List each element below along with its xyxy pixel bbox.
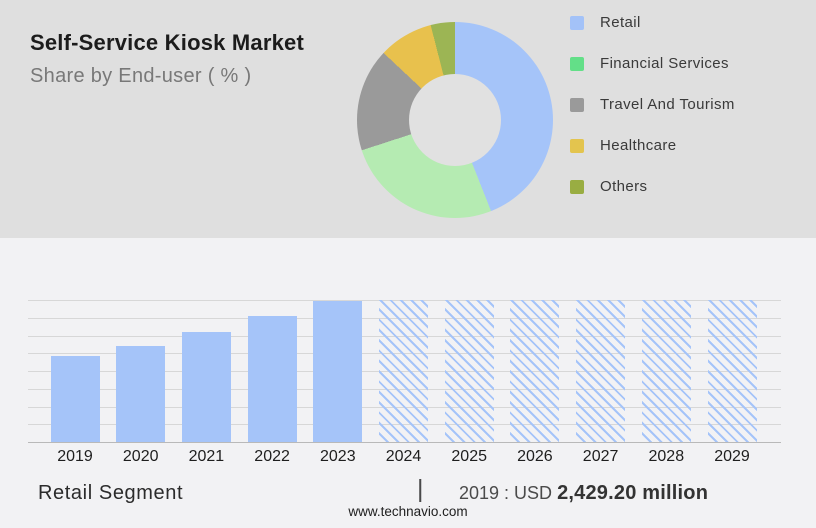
x-axis-label: 2019	[57, 448, 93, 465]
legend-swatch	[570, 179, 584, 194]
legend-label: Others	[600, 178, 648, 195]
x-axis-label: 2020	[122, 448, 159, 465]
forecast-bar	[444, 300, 494, 442]
forecast-bar	[707, 300, 757, 442]
legend-swatch	[570, 56, 584, 71]
bar	[181, 332, 231, 442]
legend-label: Financial Services	[600, 55, 729, 72]
legend-label: Travel And Tourism	[600, 96, 735, 113]
bar	[50, 356, 100, 442]
donut-hole	[409, 74, 501, 166]
x-axis-label: 2027	[582, 448, 619, 465]
bar	[247, 316, 297, 442]
x-axis-label: 2021	[188, 448, 225, 465]
legend-item: Financial Services	[570, 55, 735, 72]
page-subtitle: Share by End-user ( % )	[30, 65, 252, 87]
bar-chart-section: 2019 2020 2021 2022 2023 2024 2025 2026 2027 2028…	[0, 238, 816, 528]
x-axis-label: 2025	[451, 448, 487, 465]
legend-swatch	[570, 97, 584, 112]
gridline	[28, 442, 781, 443]
legend-swatch	[570, 15, 584, 30]
x-axis-label: 2022	[254, 448, 290, 465]
legend-item: Healthcare	[570, 137, 735, 154]
forecast-bar	[510, 300, 560, 442]
segment-label: Retail Segment	[38, 482, 184, 504]
x-axis-label: 2029	[714, 448, 750, 465]
title-block: Self-Service Kiosk Market Share by End-u…	[30, 30, 304, 88]
bar	[313, 301, 363, 442]
value-annotation: 2019 : USD 2,429.20 million	[459, 482, 708, 505]
header-section: Self-Service Kiosk Market Share by End-u…	[0, 0, 816, 238]
legend-item: Travel And Tourism	[570, 96, 735, 113]
website-url: www.technavio.com	[348, 504, 468, 519]
value-amount: 2,429.20 million	[557, 482, 709, 504]
legend-swatch	[570, 138, 584, 153]
legend-label: Retail	[600, 14, 641, 31]
legend-item: Others	[570, 178, 735, 195]
separator-bar: |	[417, 475, 424, 503]
x-axis-label: 2023	[320, 448, 356, 465]
forecast-bar	[641, 300, 691, 442]
forecast-bar	[576, 300, 626, 442]
forecast-bar	[379, 300, 428, 442]
bar	[116, 346, 166, 442]
value-prefix: 2019 : USD	[459, 483, 558, 503]
legend-item: Retail	[570, 14, 735, 31]
x-axis-label: 2026	[517, 448, 553, 465]
page-title: Self-Service Kiosk Market	[30, 30, 305, 55]
x-axis-label: 2024	[385, 448, 422, 465]
chart-legend: Retail Financial Services Travel And Touri…	[570, 14, 735, 195]
donut-chart	[357, 22, 553, 218]
legend-label: Healthcare	[600, 137, 677, 154]
x-axis-label: 2028	[648, 448, 685, 465]
